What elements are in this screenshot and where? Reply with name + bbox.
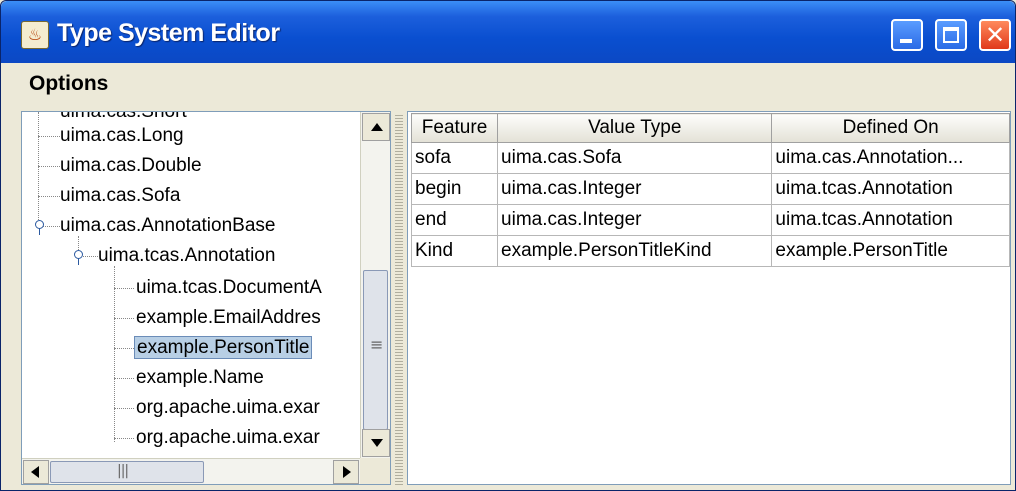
- table-row[interactable]: end uima.cas.Integer uima.tcas.Annotatio…: [410, 204, 1010, 236]
- table-cell[interactable]: uima.cas.Integer: [497, 173, 773, 205]
- type-tree-panel: uima.cas.Short uima.cas.Long uima.cas.Do…: [21, 111, 391, 485]
- vertical-scroll-thumb[interactable]: [363, 270, 388, 430]
- menu-bar: Options: [5, 63, 1013, 106]
- table-cell[interactable]: sofa: [410, 142, 499, 174]
- minimize-icon: [893, 21, 921, 49]
- tree-node[interactable]: uima.cas.Short: [60, 112, 187, 124]
- tree-node[interactable]: uima.tcas.DocumentA: [136, 276, 322, 300]
- tree-node[interactable]: example.Name: [136, 366, 264, 390]
- tree-connector: [38, 166, 60, 167]
- tree-node[interactable]: uima.cas.Double: [60, 154, 202, 178]
- tree-connector: [38, 196, 60, 197]
- table-cell[interactable]: begin: [410, 173, 499, 205]
- column-header-value-type[interactable]: Value Type: [497, 113, 773, 143]
- tree-node[interactable]: org.apache.uima.exar: [136, 426, 320, 450]
- tree-node[interactable]: example.EmailAddres: [136, 306, 321, 330]
- table-row[interactable]: Kind example.PersonTitleKind example.Per…: [410, 235, 1010, 267]
- table-cell[interactable]: uima.cas.Sofa: [497, 142, 773, 174]
- scroll-left-button[interactable]: [23, 460, 49, 484]
- tree-connector: [38, 136, 60, 137]
- table-cell[interactable]: uima.cas.Annotation...: [771, 142, 1010, 174]
- features-table-panel: Feature Value Type Defined On sofa uima.…: [407, 111, 1011, 485]
- maximize-button[interactable]: [935, 19, 967, 51]
- split-pane-divider[interactable]: [395, 113, 403, 485]
- tree-connector: [114, 438, 134, 439]
- main-content: uima.cas.Short uima.cas.Long uima.cas.Do…: [5, 105, 1013, 488]
- tree-node[interactable]: uima.cas.Long: [60, 124, 184, 148]
- features-table: Feature Value Type Defined On sofa uima.…: [410, 113, 1010, 267]
- tree-node[interactable]: uima.tcas.Annotation: [98, 244, 275, 268]
- tree-node[interactable]: uima.cas.Sofa: [60, 184, 180, 208]
- table-header-row: Feature Value Type Defined On: [410, 113, 1010, 143]
- table-cell[interactable]: uima.tcas.Annotation: [771, 173, 1010, 205]
- table-row[interactable]: begin uima.cas.Integer uima.tcas.Annotat…: [410, 173, 1010, 205]
- expand-handle-icon[interactable]: [73, 250, 83, 265]
- minimize-button[interactable]: [891, 19, 923, 51]
- window-title: Type System Editor: [57, 19, 280, 47]
- tree-vertical-scrollbar[interactable]: [360, 112, 390, 458]
- table-cell[interactable]: Kind: [410, 235, 499, 267]
- column-header-defined-on[interactable]: Defined On: [771, 113, 1010, 143]
- tree-node[interactable]: uima.cas.AnnotationBase: [60, 214, 275, 238]
- close-icon: ✕: [984, 21, 1006, 49]
- tree-node[interactable]: org.apache.uima.exar: [136, 396, 320, 420]
- table-cell[interactable]: example.PersonTitleKind: [497, 235, 773, 267]
- type-tree[interactable]: uima.cas.Short uima.cas.Long uima.cas.Do…: [22, 112, 360, 458]
- table-cell[interactable]: example.PersonTitle: [771, 235, 1010, 267]
- tree-connector: [114, 408, 134, 409]
- scroll-right-button[interactable]: [333, 460, 359, 484]
- column-header-feature[interactable]: Feature: [410, 113, 499, 143]
- table-cell[interactable]: end: [410, 204, 499, 236]
- type-system-editor-window: ♨ Type System Editor ✕ Options uima.cas.…: [0, 0, 1016, 491]
- horizontal-scroll-thumb[interactable]: [50, 461, 204, 483]
- scroll-down-button[interactable]: [362, 429, 390, 457]
- table-cell[interactable]: uima.tcas.Annotation: [771, 204, 1010, 236]
- tree-connector: [114, 318, 134, 319]
- maximize-icon: [937, 21, 965, 49]
- options-menu[interactable]: Options: [29, 72, 108, 96]
- tree-connector: [114, 288, 134, 289]
- tree-connector: [114, 266, 115, 442]
- title-bar[interactable]: ♨ Type System Editor ✕: [1, 1, 1015, 63]
- scroll-up-button[interactable]: [362, 113, 390, 141]
- table-row[interactable]: sofa uima.cas.Sofa uima.cas.Annotation..…: [410, 142, 1010, 174]
- tree-connector: [114, 348, 134, 349]
- tree-node-selected[interactable]: example.PersonTitle: [134, 336, 313, 360]
- close-button[interactable]: ✕: [979, 19, 1011, 51]
- tree-connector: [114, 378, 134, 379]
- java-cup-icon[interactable]: ♨: [21, 21, 49, 49]
- expand-handle-icon[interactable]: [34, 220, 44, 235]
- scroll-corner: [360, 458, 390, 484]
- table-cell[interactable]: uima.cas.Integer: [497, 204, 773, 236]
- tree-horizontal-scrollbar[interactable]: [22, 458, 360, 484]
